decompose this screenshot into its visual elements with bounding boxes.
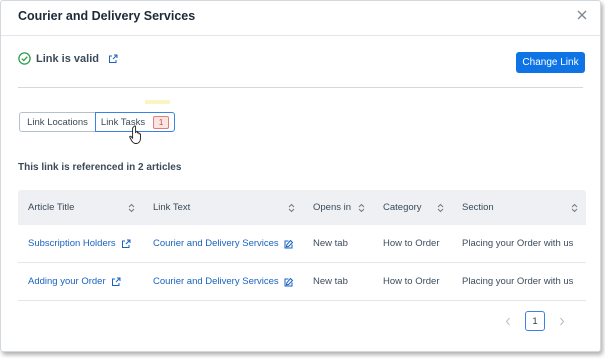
sort-icon[interactable] [571, 203, 578, 213]
column-header-section[interactable]: Section [452, 202, 586, 213]
link-status: Link is valid [18, 52, 118, 65]
table-row: Adding your Order Courier and Delivery S… [18, 263, 586, 301]
pagination: 1 [498, 311, 572, 331]
article-link[interactable]: Subscription Holders [28, 238, 116, 249]
prev-page-button[interactable] [498, 311, 518, 331]
change-link-button[interactable]: Change Link [516, 52, 585, 73]
external-link-icon[interactable] [121, 239, 131, 249]
sort-icon[interactable] [358, 203, 365, 213]
chevron-left-icon [505, 317, 510, 325]
column-label: Category [383, 202, 422, 213]
dialog-title: Courier and Delivery Services [18, 9, 196, 23]
column-header-opens-in[interactable]: Opens in [303, 202, 373, 213]
page-number-button[interactable]: 1 [525, 311, 545, 331]
table-cell: Placing your Order with us [462, 276, 574, 287]
tab-group: Link Locations Link Tasks 1 [19, 112, 175, 134]
sort-icon[interactable] [437, 203, 444, 213]
tab-link-tasks[interactable]: Link Tasks 1 [95, 112, 175, 132]
sort-icon[interactable] [288, 203, 295, 213]
count-badge: 1 [153, 115, 170, 129]
table-row: Subscription Holders Courier and Deliver… [18, 225, 586, 263]
sort-icon[interactable] [128, 203, 135, 213]
table-cell: Adding your Order [18, 276, 143, 287]
article-link[interactable]: Adding your Order [28, 276, 106, 287]
link-text-link[interactable]: Courier and Delivery Services [153, 276, 279, 287]
edit-icon[interactable] [284, 277, 294, 287]
column-header-link-text[interactable]: Link Text [143, 202, 303, 213]
link-details-dialog: Courier and Delivery Services Link is va… [0, 0, 601, 352]
reference-count-text: This link is referenced in 2 articles [18, 162, 182, 173]
tab-label: Link Tasks [100, 116, 146, 128]
table-cell: How to Order [383, 276, 440, 287]
column-label: Section [462, 202, 494, 213]
column-label: Link Text [153, 202, 191, 213]
column-header-category[interactable]: Category [373, 202, 452, 213]
column-label: Article Title [28, 202, 75, 213]
close-icon[interactable] [575, 8, 589, 22]
tab-label: Link Locations [27, 116, 88, 128]
table-header: Article Title Link Text Opens in Categor… [18, 190, 586, 225]
chevron-right-icon [560, 317, 565, 325]
articles-table: Article Title Link Text Opens in Categor… [18, 190, 586, 301]
next-page-button[interactable] [552, 311, 572, 331]
table-cell: New tab [313, 276, 348, 287]
edit-icon[interactable] [284, 239, 294, 249]
check-circle-icon [18, 52, 31, 65]
external-link-icon[interactable] [111, 277, 121, 287]
table-cell: Subscription Holders [18, 238, 143, 249]
column-header-article-title[interactable]: Article Title [18, 202, 143, 213]
column-label: Opens in [313, 202, 352, 213]
external-link-icon[interactable] [108, 54, 118, 64]
highlight-marker [145, 100, 170, 104]
table-cell: Placing your Order with us [462, 238, 574, 249]
divider [18, 87, 583, 88]
table-cell: Courier and Delivery Services [143, 238, 303, 249]
table-cell: Courier and Delivery Services [143, 276, 303, 287]
dialog-header: Courier and Delivery Services [1, 1, 600, 36]
table-cell: How to Order [383, 238, 440, 249]
link-valid-text: Link is valid [36, 52, 99, 65]
table-cell: New tab [313, 238, 348, 249]
tab-link-locations[interactable]: Link Locations [19, 112, 96, 132]
link-text-link[interactable]: Courier and Delivery Services [153, 238, 279, 249]
